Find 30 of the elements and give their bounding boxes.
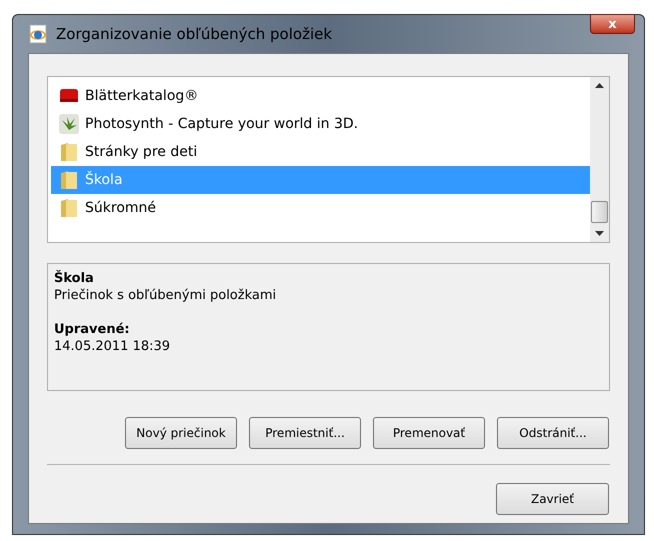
dialog-button[interactable]: Odstrániť... xyxy=(497,417,609,449)
item-name: Škola xyxy=(54,270,95,287)
favorite-label: Súkromné xyxy=(85,198,156,218)
scrollbar[interactable] xyxy=(590,77,609,242)
modified-date: 14.05.2011 18:39 xyxy=(54,338,172,355)
dialog-button[interactable]: Premenovať xyxy=(373,417,485,449)
scroll-up-icon[interactable] xyxy=(595,83,604,88)
window-title: Zorganizovanie obľúbených položiek xyxy=(56,24,332,45)
favorite-label: Blätterkatalog® xyxy=(85,86,198,106)
scroll-down-icon[interactable] xyxy=(595,231,604,236)
favorite-label: Photosynth - Capture your world in 3D. xyxy=(85,114,358,134)
modified-label: Upravené: xyxy=(54,321,131,338)
dialog-button[interactable]: Zavrieť xyxy=(496,483,609,515)
folder-icon xyxy=(60,170,78,190)
plant-icon xyxy=(59,114,79,134)
dialog-button[interactable]: Nový priečinok xyxy=(125,417,237,449)
favorite-label: Stránky pre deti xyxy=(85,142,198,162)
dialog-button[interactable]: Premiestniť... xyxy=(249,417,361,449)
scroll-thumb[interactable] xyxy=(591,201,608,223)
favorite-item[interactable]: Blätterkatalog® xyxy=(51,82,590,110)
book-icon xyxy=(59,88,79,104)
folder-icon xyxy=(60,198,78,218)
folder-icon xyxy=(60,142,78,162)
favorite-label: Škola xyxy=(85,170,123,190)
favorite-item[interactable]: Súkromné xyxy=(51,194,590,222)
favorite-item[interactable]: Stránky pre deti xyxy=(51,138,590,166)
close-button[interactable]: x xyxy=(590,14,635,34)
browser-logo-icon xyxy=(28,24,48,44)
item-description: Priečinok s obľúbenými položkami xyxy=(54,287,278,304)
favorite-item[interactable]: Photosynth - Capture your world in 3D. xyxy=(51,110,590,138)
